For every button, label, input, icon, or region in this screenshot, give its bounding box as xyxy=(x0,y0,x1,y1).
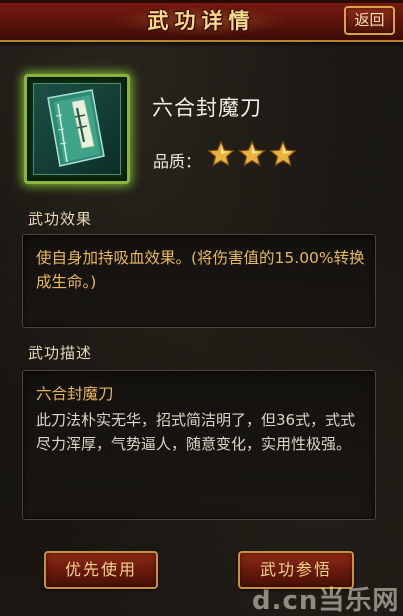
star-icon xyxy=(207,140,235,167)
page-title: 武功详情 xyxy=(147,9,256,33)
green-manual-book-icon xyxy=(47,89,105,167)
effect-text: 使自身加持吸血效果。(将伤害值的15.00%转换成生命。) xyxy=(36,249,365,291)
skill-detail-screen: 武功详情 返回 六合封魔刀 品质： 武功效果 使自身加持吸血效果。(将伤害值的1… xyxy=(0,0,403,616)
description-title: 六合封魔刀 xyxy=(36,385,114,403)
description-text: 此刀法朴实无华，招式简洁明了，但36式，式式尽力浑厚，气势逼人，随意变化，实用性… xyxy=(36,411,356,453)
effect-section-label: 武功效果 xyxy=(28,210,93,228)
title-bar: 武功详情 返回 xyxy=(0,0,403,42)
skill-book-slot[interactable] xyxy=(24,74,130,184)
description-section-label: 武功描述 xyxy=(28,344,93,362)
skill-name: 六合封魔刀 xyxy=(152,96,262,120)
site-watermark: d.cn当乐网 xyxy=(252,586,400,616)
priority-use-button[interactable]: 优先使用 xyxy=(44,551,158,589)
star-icon xyxy=(269,140,297,167)
back-button[interactable]: 返回 xyxy=(344,6,395,35)
skill-book-icon xyxy=(33,83,121,175)
quality-stars xyxy=(207,140,297,170)
star-icon xyxy=(238,140,266,167)
quality-label: 品质： xyxy=(153,152,202,171)
